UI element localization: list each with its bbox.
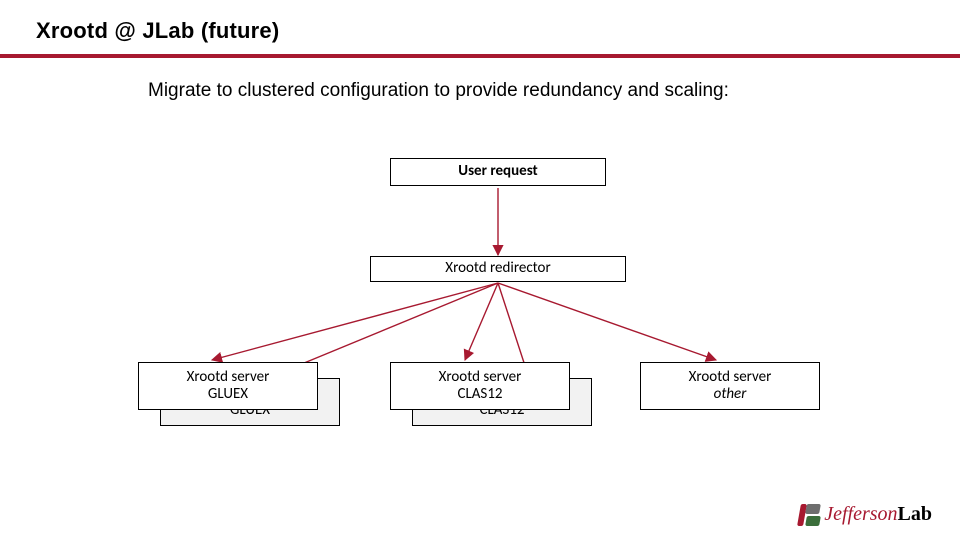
subtitle: Migrate to clustered configuration to pr… xyxy=(148,80,729,102)
clas12-front-label: CLAS12 xyxy=(457,386,502,403)
jlab-logo-mark xyxy=(796,504,818,526)
slide-root: Xrootd @ JLab (future) Migrate to cluste… xyxy=(0,0,960,540)
page-title: Xrootd @ JLab (future) xyxy=(36,18,279,44)
clas12-server-label: Xrootd server xyxy=(439,369,522,386)
jlab-logo: JeffersonLab xyxy=(796,503,932,526)
box-clas12-front: Xrootd server CLAS12 xyxy=(390,362,570,410)
box-gluex-front: Xrootd server GLUEX xyxy=(138,362,318,410)
box-user-request: User request xyxy=(390,158,606,186)
box-other: Xrootd server other xyxy=(640,362,820,410)
other-label: other xyxy=(714,386,747,403)
redirector-label: Xrootd redirector xyxy=(445,260,550,277)
user-request-label: User request xyxy=(458,163,537,180)
gluex-front-label: GLUEX xyxy=(208,386,248,403)
title-underline xyxy=(0,54,960,58)
logo-jeff: Jefferson xyxy=(824,503,897,525)
box-redirector: Xrootd redirector xyxy=(370,256,626,282)
logo-lab: Lab xyxy=(898,503,932,525)
gluex-server-label: Xrootd server xyxy=(187,369,270,386)
other-server-label: Xrootd server xyxy=(689,369,772,386)
